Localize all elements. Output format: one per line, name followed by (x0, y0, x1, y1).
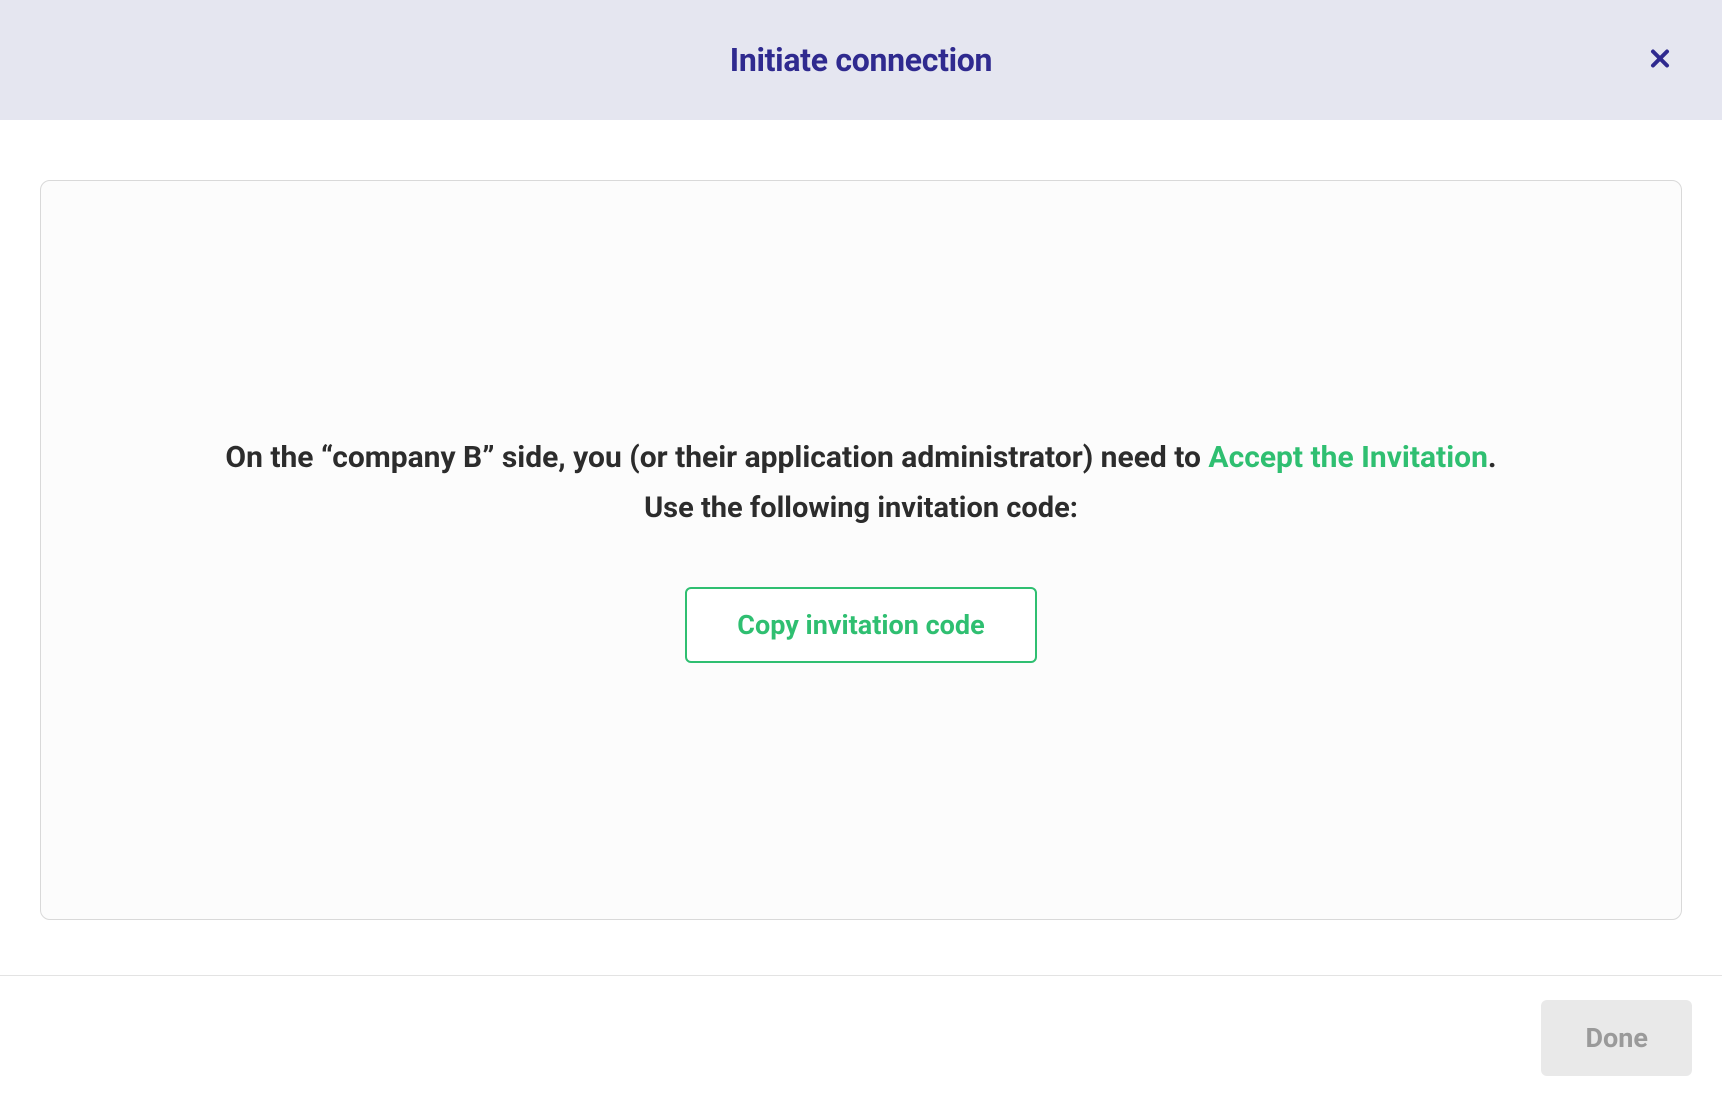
modal-body: On the “company B” side, you (or their a… (0, 120, 1722, 920)
modal-title: Initiate connection (730, 41, 992, 79)
instruction-line-2: Use the following invitation code: (225, 491, 1496, 525)
done-button[interactable]: Done (1541, 1000, 1692, 1076)
modal-header: Initiate connection (0, 0, 1722, 120)
copy-invitation-code-button[interactable]: Copy invitation code (685, 587, 1036, 663)
instruction-prefix-text: On the “company B” side, you (or their a… (225, 440, 1208, 475)
instruction-period: . (1488, 440, 1497, 475)
instructions-block: On the “company B” side, you (or their a… (225, 438, 1496, 525)
accept-invitation-link[interactable]: Accept the Invitation (1208, 440, 1487, 475)
close-button[interactable] (1638, 37, 1682, 84)
close-icon (1648, 47, 1672, 74)
instruction-line-1: On the “company B” side, you (or their a… (225, 438, 1496, 477)
modal-footer: Done (0, 975, 1722, 1100)
content-panel: On the “company B” side, you (or their a… (40, 180, 1682, 920)
